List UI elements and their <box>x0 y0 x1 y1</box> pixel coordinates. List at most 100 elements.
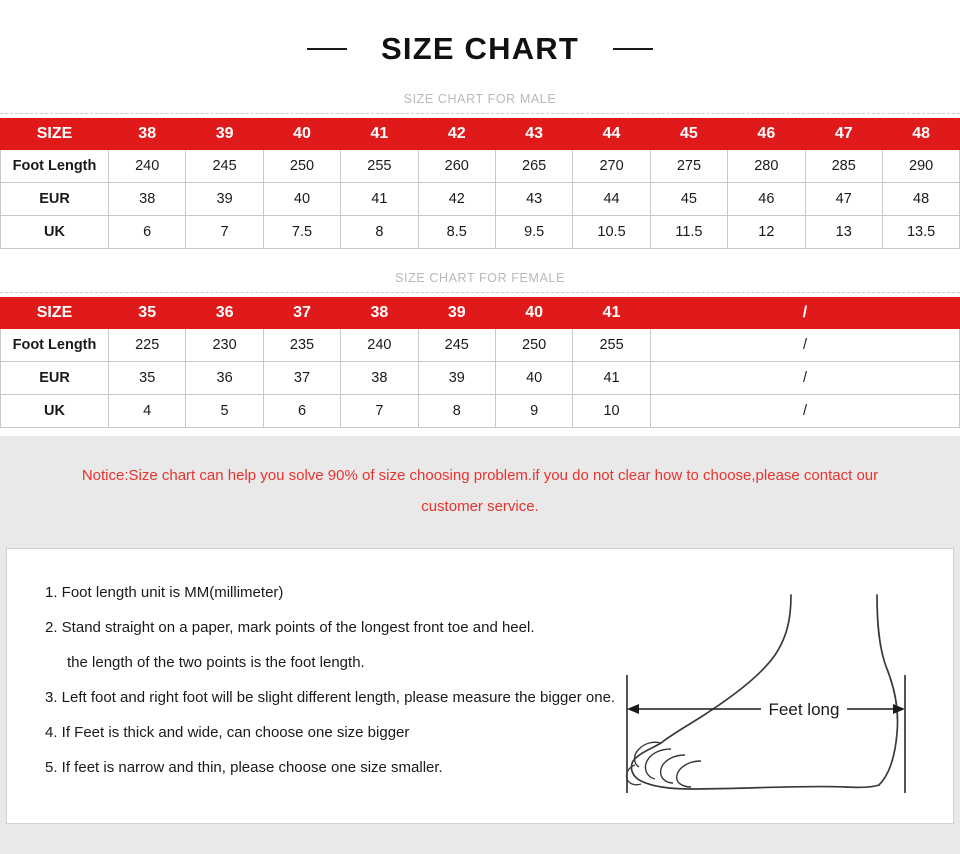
male-row-label-uk: UK <box>0 215 109 249</box>
list-item: 1. Foot length unit is MM(millimeter) <box>45 584 284 601</box>
male-cell-uk: 13 <box>804 215 883 249</box>
toe-3-icon <box>659 754 686 784</box>
measurement-label: Feet long <box>769 700 840 719</box>
list-item: the length of the two points is the foot… <box>67 654 365 671</box>
male-header-size: 40 <box>262 118 342 150</box>
male-cell-eur: 45 <box>649 182 729 216</box>
male-table-header-row: SIZE 38 39 40 41 42 43 44 45 46 47 48 <box>0 118 960 150</box>
female-cell-uk: 6 <box>262 394 342 428</box>
male-cell-uk: 7.5 <box>262 215 342 249</box>
female-header-size: 40 <box>494 297 574 329</box>
male-header-size: 47 <box>804 118 883 150</box>
female-section-divider <box>0 292 960 293</box>
toe-4-icon <box>676 760 702 788</box>
female-cell-eur: 37 <box>262 361 342 395</box>
male-cell-uk: 8 <box>340 215 419 249</box>
female-cell-eur: 41 <box>572 361 651 395</box>
male-cell-eur: 39 <box>185 182 264 216</box>
female-cell-foot-length: 250 <box>494 328 574 362</box>
female-cell-foot-length: 225 <box>107 328 187 362</box>
female-cell-foot-length: 230 <box>185 328 264 362</box>
female-cell-empty: / <box>649 394 960 428</box>
female-cell-uk: 8 <box>417 394 496 428</box>
male-section-label: SIZE CHART FOR MALE <box>403 92 557 106</box>
list-item: 2. Stand straight on a paper, mark point… <box>45 619 535 636</box>
female-cell-uk: 10 <box>572 394 651 428</box>
male-cell-foot-length: 255 <box>340 149 419 183</box>
female-cell-uk: 4 <box>107 394 187 428</box>
male-row-label-eur: EUR <box>0 182 109 216</box>
foot-measurement-diagram: Feet long <box>625 594 906 793</box>
female-header-size-label: SIZE <box>0 297 109 329</box>
male-cell-foot-length: 280 <box>727 149 806 183</box>
male-header-size: 44 <box>572 118 651 150</box>
male-cell-eur: 47 <box>804 182 883 216</box>
male-cell-uk: 6 <box>107 215 187 249</box>
list-item: 5. If feet is narrow and thin, please ch… <box>45 759 443 776</box>
male-cell-eur: 42 <box>417 182 496 216</box>
male-cell-uk: 13.5 <box>881 215 960 249</box>
male-cell-eur: 48 <box>881 182 960 216</box>
male-cell-uk: 11.5 <box>649 215 729 249</box>
arrow-left-icon <box>627 704 639 714</box>
male-header-size: 48 <box>881 118 960 150</box>
female-cell-empty: / <box>649 328 960 362</box>
female-cell-eur: 35 <box>107 361 187 395</box>
notice-line-2: customer service. <box>421 498 539 515</box>
table-row: Foot Length 225 230 235 240 245 250 255 … <box>0 328 960 362</box>
table-row: Foot Length 240 245 250 255 260 265 270 … <box>0 149 960 183</box>
female-header-empty: / <box>649 297 960 329</box>
male-cell-foot-length: 240 <box>107 149 187 183</box>
notice-band: Notice:Size chart can help you solve 90%… <box>0 436 960 548</box>
male-cell-foot-length: 260 <box>417 149 496 183</box>
female-row-label-eur: EUR <box>0 361 109 395</box>
male-cell-uk: 10.5 <box>572 215 651 249</box>
male-cell-eur: 46 <box>727 182 806 216</box>
instructions-wrapper: 1. Foot length unit is MM(millimeter) 2.… <box>0 548 960 854</box>
female-cell-uk: 7 <box>340 394 419 428</box>
male-cell-uk: 12 <box>727 215 806 249</box>
male-header-size: 38 <box>107 118 187 150</box>
female-cell-eur: 38 <box>340 361 419 395</box>
notice-line-1: Notice:Size chart can help you solve 90%… <box>81 467 879 484</box>
male-size-table: SIZE 38 39 40 41 42 43 44 45 46 47 48 Fo… <box>0 118 960 249</box>
table-row: UK 6 7 7.5 8 8.5 9.5 10.5 11.5 12 13 13.… <box>0 215 960 249</box>
male-cell-uk: 7 <box>185 215 264 249</box>
female-row-label-foot-length: Foot Length <box>0 328 109 362</box>
male-header-size: 39 <box>185 118 264 150</box>
male-header-size: 46 <box>727 118 806 150</box>
female-header-size: 38 <box>340 297 419 329</box>
female-cell-foot-length: 255 <box>572 328 651 362</box>
list-item: 3. Left foot and right foot will be slig… <box>45 689 616 706</box>
female-cell-foot-length: 235 <box>262 328 342 362</box>
male-cell-foot-length: 245 <box>185 149 264 183</box>
male-section-divider <box>0 113 960 114</box>
table-row: EUR 38 39 40 41 42 43 44 45 46 47 48 <box>0 182 960 216</box>
female-cell-eur: 36 <box>185 361 264 395</box>
size-chart-page: SIZE CHART SIZE CHART FOR MALE SIZE 38 3… <box>0 0 960 854</box>
table-row: UK 4 5 6 7 8 9 10 / <box>0 394 960 428</box>
arrow-right-icon <box>893 704 905 714</box>
male-cell-foot-length: 285 <box>804 149 883 183</box>
instructions-panel: 1. Foot length unit is MM(millimeter) 2.… <box>6 548 954 824</box>
female-section-label: SIZE CHART FOR FEMALE <box>395 271 565 285</box>
female-cell-foot-length: 240 <box>340 328 419 362</box>
male-section: SIZE CHART FOR MALE SIZE 38 39 40 41 42 … <box>0 92 960 249</box>
male-cell-eur: 43 <box>494 182 574 216</box>
male-cell-foot-length: 270 <box>572 149 651 183</box>
female-row-label-uk: UK <box>0 394 109 428</box>
male-header-size: 41 <box>340 118 419 150</box>
female-table-header-row: SIZE 35 36 37 38 39 40 41 / <box>0 297 960 329</box>
male-cell-foot-length: 290 <box>881 149 960 183</box>
title-dash-left-icon <box>307 48 347 50</box>
male-header-size-label: SIZE <box>0 118 109 150</box>
page-header: SIZE CHART <box>0 0 960 92</box>
table-row: EUR 35 36 37 38 39 40 41 / <box>0 361 960 395</box>
female-cell-eur: 39 <box>417 361 496 395</box>
female-cell-eur: 40 <box>494 361 574 395</box>
female-header-size: 39 <box>417 297 496 329</box>
female-header-size: 35 <box>107 297 187 329</box>
instructions-list: 1. Foot length unit is MM(millimeter) 2.… <box>7 549 667 785</box>
title-dash-right-icon <box>613 48 653 50</box>
male-header-size: 42 <box>417 118 496 150</box>
